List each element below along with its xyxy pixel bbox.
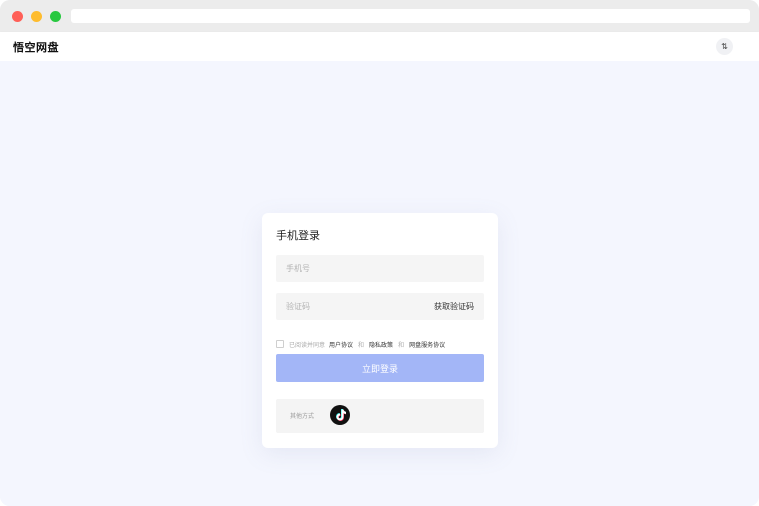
sort-icon: ⇅ xyxy=(721,42,728,51)
other-methods-panel: 其他方式 xyxy=(276,399,484,433)
browser-titlebar xyxy=(0,0,759,32)
browser-window: 悟空网盘 ⇅ 手机登录 获取验证码 已阅读并同意 用户协议 和 隐私政策 和 网… xyxy=(0,0,759,506)
other-methods-label: 其他方式 xyxy=(290,413,315,420)
code-input[interactable] xyxy=(276,302,416,311)
login-title: 手机登录 xyxy=(276,229,320,242)
service-agreement-link[interactable]: 网盘服务协议 xyxy=(409,340,445,349)
user-agreement-link[interactable]: 用户协议 xyxy=(329,340,353,349)
tiktok-icon[interactable] xyxy=(330,405,350,425)
phone-field[interactable] xyxy=(276,255,484,282)
close-window-button[interactable] xyxy=(12,11,23,22)
brand-title: 悟空网盘 xyxy=(13,41,59,54)
agree-separator: 和 xyxy=(398,341,405,349)
agree-separator: 和 xyxy=(358,341,365,349)
minimize-window-button[interactable] xyxy=(31,11,42,22)
agree-prefix: 已阅读并同意 xyxy=(289,341,326,349)
address-bar[interactable] xyxy=(71,9,750,23)
phone-input[interactable] xyxy=(276,264,416,273)
tiktok-glyph xyxy=(335,409,346,421)
login-button[interactable]: 立即登录 xyxy=(276,354,484,382)
zoom-window-button[interactable] xyxy=(50,11,61,22)
agreement-row: 已阅读并同意 用户协议 和 隐私政策 和 网盘服务协议 xyxy=(276,339,449,349)
sort-toggle-button[interactable]: ⇅ xyxy=(716,38,733,55)
login-card: 手机登录 获取验证码 已阅读并同意 用户协议 和 隐私政策 和 网盘服务协议 立… xyxy=(262,213,498,448)
agree-checkbox[interactable] xyxy=(276,340,284,348)
get-code-button[interactable]: 获取验证码 xyxy=(434,301,474,312)
main-content: 手机登录 获取验证码 已阅读并同意 用户协议 和 隐私政策 和 网盘服务协议 立… xyxy=(0,61,759,506)
app-header: 悟空网盘 ⇅ xyxy=(0,32,759,61)
code-field[interactable]: 获取验证码 xyxy=(276,293,484,320)
privacy-policy-link[interactable]: 隐私政策 xyxy=(369,340,393,349)
